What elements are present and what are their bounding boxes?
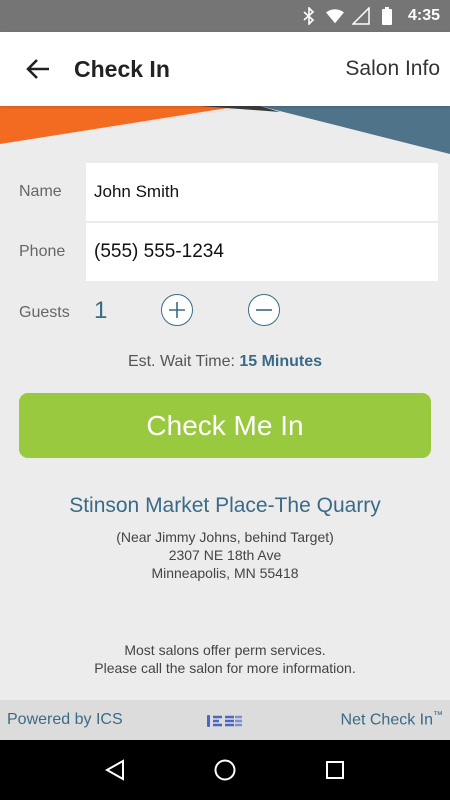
circle-home-icon [214,759,236,781]
decorative-banner [0,106,450,154]
salon-name[interactable]: Stinson Market Place-The Quarry [0,494,450,518]
net-check-in-label: Net Check In [340,711,433,729]
net-check-in-link[interactable]: Net Check In™ [341,710,443,729]
ics-logo [207,714,243,732]
minus-icon [256,309,272,311]
signal-icon [351,7,370,25]
note-line-2: Please call the salon for more informati… [94,660,356,676]
status-time: 4:35 [407,7,440,24]
address-line-1: (Near Jimmy Johns, behind Target) [116,529,334,545]
address-line-3: Minneapolis, MN 55418 [151,565,299,581]
remove-guest-button[interactable] [248,294,280,326]
trademark-symbol: ™ [433,710,443,722]
arrow-left-icon [26,59,49,79]
app-bar: Check In Salon Info [0,32,450,106]
plus-icon [169,302,185,318]
salon-address: (Near Jimmy Johns, behind Target) 2307 N… [0,528,450,582]
name-input[interactable] [86,163,438,221]
nav-back-button[interactable] [95,750,135,790]
wait-time-value: 15 Minutes [239,353,323,370]
add-guest-button[interactable] [161,294,193,326]
back-button[interactable] [18,49,58,89]
guests-count: 1 [94,297,108,324]
bluetooth-icon [300,7,318,25]
powered-by-ics-link[interactable]: Powered by ICS [7,711,123,729]
phone-row: Phone [0,223,450,281]
battery-icon [378,7,396,25]
nav-home-button[interactable] [205,750,245,790]
footer: Powered by ICS Net Check In™ [0,700,450,740]
name-row: Name [0,163,450,221]
page-title: Check In [74,55,170,82]
status-bar: 4:35 [0,0,450,32]
phone-label: Phone [19,243,66,260]
square-recents-icon [326,761,344,779]
wifi-icon [325,7,344,25]
check-me-in-button[interactable]: Check Me In [19,393,431,458]
guests-label: Guests [19,304,70,321]
wait-time-label: Est. Wait Time: [127,353,240,370]
name-label: Name [19,183,62,200]
phone-input[interactable] [86,223,438,281]
guests-row: Guests 1 [0,291,450,333]
salon-info-link[interactable]: Salon Info [345,57,440,81]
wait-time: Est. Wait Time: 15 Minutes [0,353,450,371]
address-line-2: 2307 NE 18th Ave [168,547,282,563]
salon-note: Most salons offer perm services. Please … [0,641,450,677]
nav-recents-button[interactable] [315,750,355,790]
triangle-back-icon [104,759,124,781]
note-line-1: Most salons offer perm services. [124,642,326,658]
system-nav-bar [0,740,450,800]
